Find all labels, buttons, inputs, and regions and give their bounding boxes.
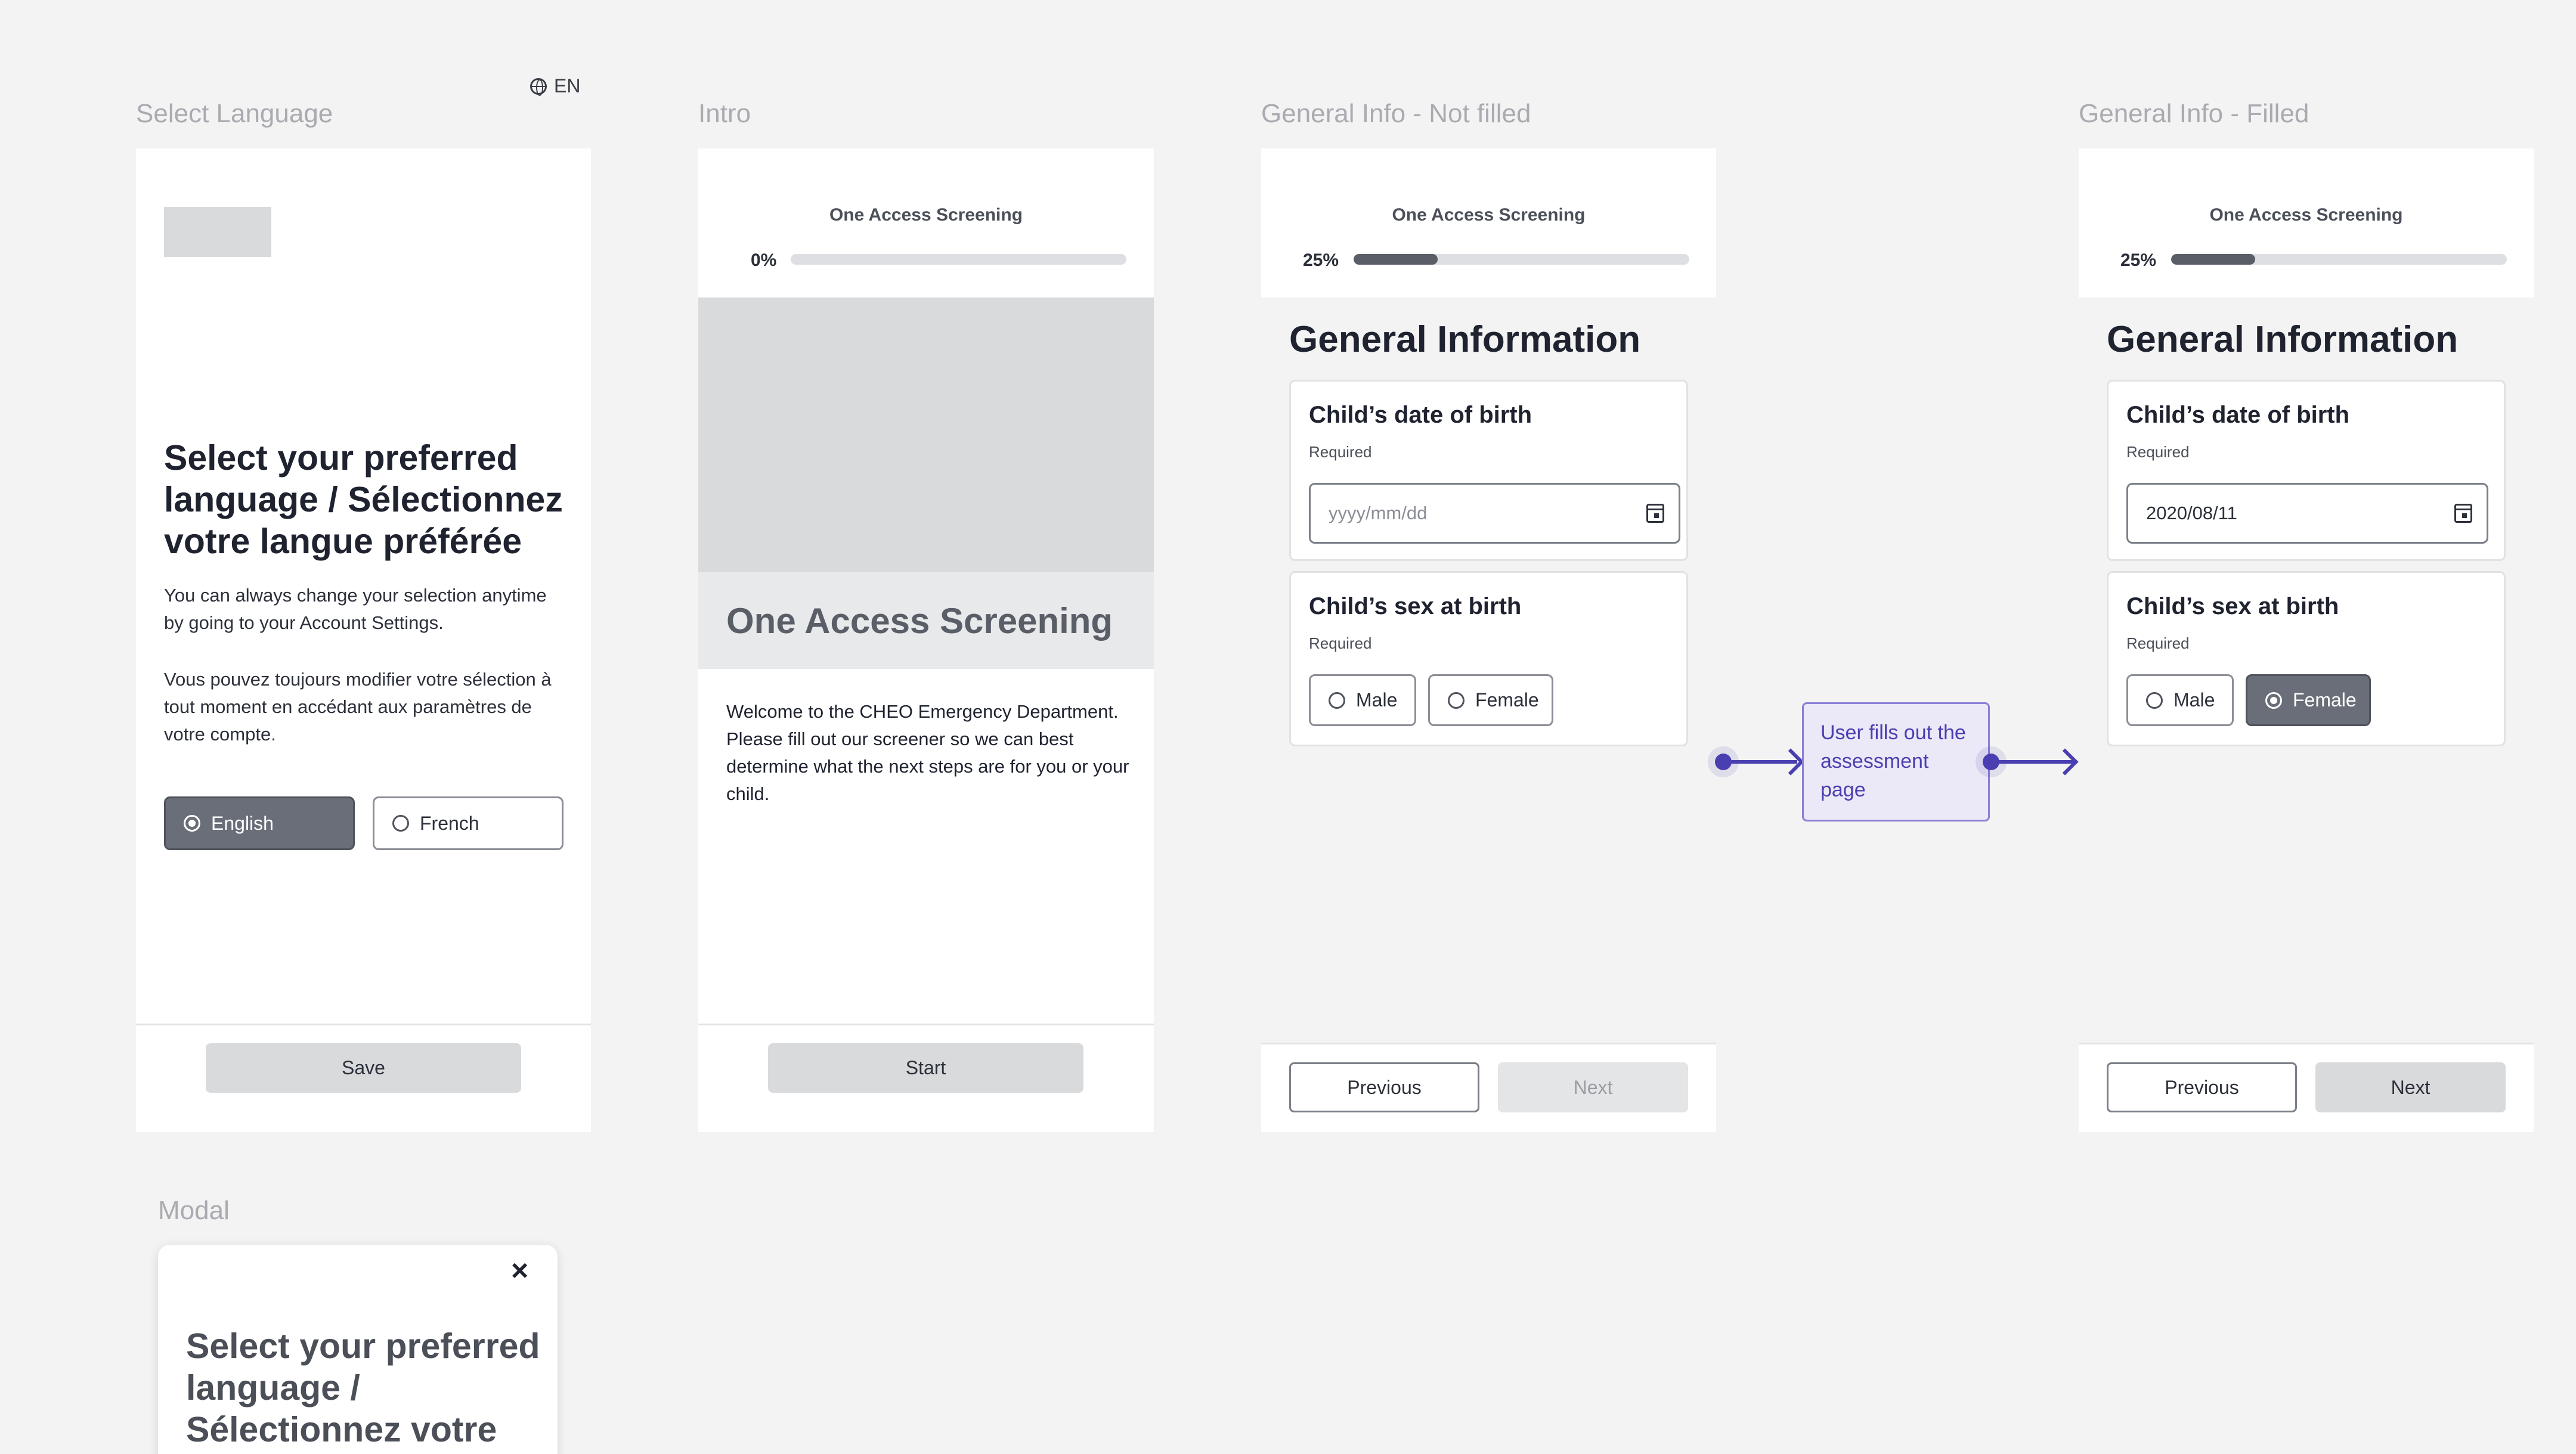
globe-icon [530,77,547,96]
radio-unselected-icon [2146,692,2163,709]
dob-card: Child’s date of birth Required yyyy/mm/d… [1289,380,1688,561]
radio-unselected-icon [1448,692,1465,709]
language-modal: × Select your preferred language / Sélec… [158,1245,558,1454]
progress-fill [1354,254,1438,265]
footer-bar: Start [698,1024,1154,1132]
calendar-icon[interactable] [1646,504,1664,523]
footer-bar: Previous Next [2079,1043,2534,1132]
progress-bar [2171,254,2507,265]
save-button[interactable]: Save [206,1043,521,1093]
frame-label-modal: Modal [158,1196,230,1225]
radio-female[interactable]: Female [2246,674,2371,726]
radio-female-label: Female [2293,689,2357,711]
progress-bar [1354,254,1689,265]
progress-label: 25% [1303,250,1339,270]
radio-male-label: Male [1356,689,1398,711]
hero-title-band: One Access Screening [698,572,1154,669]
dob-card: Child’s date of birth Required 2020/08/1… [2107,380,2506,561]
header-title: One Access Screening [1392,205,1586,225]
dob-value: 2020/08/11 [2146,503,2237,523]
dob-placeholder: yyyy/mm/dd [1329,503,1428,523]
radio-french-label: French [420,812,479,834]
radio-selected-icon [2265,692,2282,709]
frame-label-intro: Intro [698,99,751,128]
logo-placeholder [164,207,271,257]
welcome-text: Welcome to the CHEO Emergency Department… [726,701,1129,804]
previous-button[interactable]: Previous [2107,1062,2297,1112]
radio-unselected-icon [392,815,409,832]
previous-button[interactable]: Previous [1289,1062,1479,1112]
language-code: EN [554,75,581,97]
intro-progress-label: 0% [751,250,777,270]
dob-label: Child’s date of birth [1309,402,1532,428]
annotation-note: User fills out the assessment page [1802,702,1990,821]
screen-header: One Access Screening 25% [2079,148,2534,297]
intro-progress-bar [791,254,1126,265]
language-text-en: You can always change your selection any… [164,585,547,633]
sex-card: Child’s sex at birth Required Male Femal… [1289,571,1688,746]
sex-label: Child’s sex at birth [2126,593,2339,619]
general-info-not-filled-screen: One Access Screening 25% General Informa… [1261,148,1716,1132]
language-indicator[interactable]: EN [530,75,580,97]
arrow-right-icon [2051,748,2079,776]
intro-header-title: One Access Screening [829,205,1023,225]
radio-unselected-icon [1329,692,1345,709]
hero-title: One Access Screening [726,601,1113,641]
modal-heading: Select your preferred language / Sélecti… [186,1326,540,1449]
next-button-disabled[interactable]: Next [1498,1062,1688,1112]
dob-label: Child’s date of birth [2126,402,2350,428]
language-text-fr: Vous pouvez toujours modifier votre séle… [164,669,552,745]
select-language-screen: Select your preferred language / Sélecti… [136,148,591,1132]
arrow-right-icon [1777,748,1804,776]
start-button[interactable]: Start [768,1043,1083,1093]
intro-screen: One Access Screening 0% One Access Scree… [698,148,1154,1132]
progress-fill [2171,254,2255,265]
sex-label: Child’s sex at birth [1309,593,1522,619]
footer-bar: Save [136,1024,591,1132]
sex-card: Child’s sex at birth Required Male Femal… [2107,571,2506,746]
dob-input[interactable]: yyyy/mm/dd [1309,483,1680,544]
screen-header: One Access Screening 25% [1261,148,1716,297]
radio-french[interactable]: French [373,796,564,850]
close-icon[interactable]: × [511,1255,528,1285]
radio-english[interactable]: English [164,796,355,850]
next-button[interactable]: Next [2315,1062,2506,1112]
dob-input[interactable]: 2020/08/11 [2126,483,2488,544]
radio-female[interactable]: Female [1428,674,1553,726]
section-title: General Information [2107,319,2459,360]
sex-required: Required [2126,634,2190,652]
dob-required: Required [1309,443,1372,461]
radio-english-label: English [211,812,274,834]
radio-male[interactable]: Male [1309,674,1416,726]
radio-selected-icon [184,815,200,832]
calendar-icon[interactable] [2454,504,2472,523]
sex-required: Required [1309,634,1372,652]
frame-label-select-language: Select Language [136,99,333,128]
dob-required: Required [2126,443,2190,461]
radio-male-label: Male [2174,689,2215,711]
section-title: General Information [1289,319,1641,360]
radio-female-label: Female [1475,689,1539,711]
general-info-filled-screen: One Access Screening 25% General Informa… [2079,148,2534,1132]
progress-label: 25% [2120,250,2157,270]
radio-male[interactable]: Male [2126,674,2234,726]
language-heading: Select your preferred language / Sélecti… [164,438,563,561]
footer-bar: Previous Next [1261,1043,1716,1132]
frame-label-general-filled: General Info - Filled [2079,99,2309,128]
hero-image-placeholder [698,297,1154,572]
header-title: One Access Screening [2209,205,2403,225]
frame-label-general-not-filled: General Info - Not filled [1261,99,1531,128]
